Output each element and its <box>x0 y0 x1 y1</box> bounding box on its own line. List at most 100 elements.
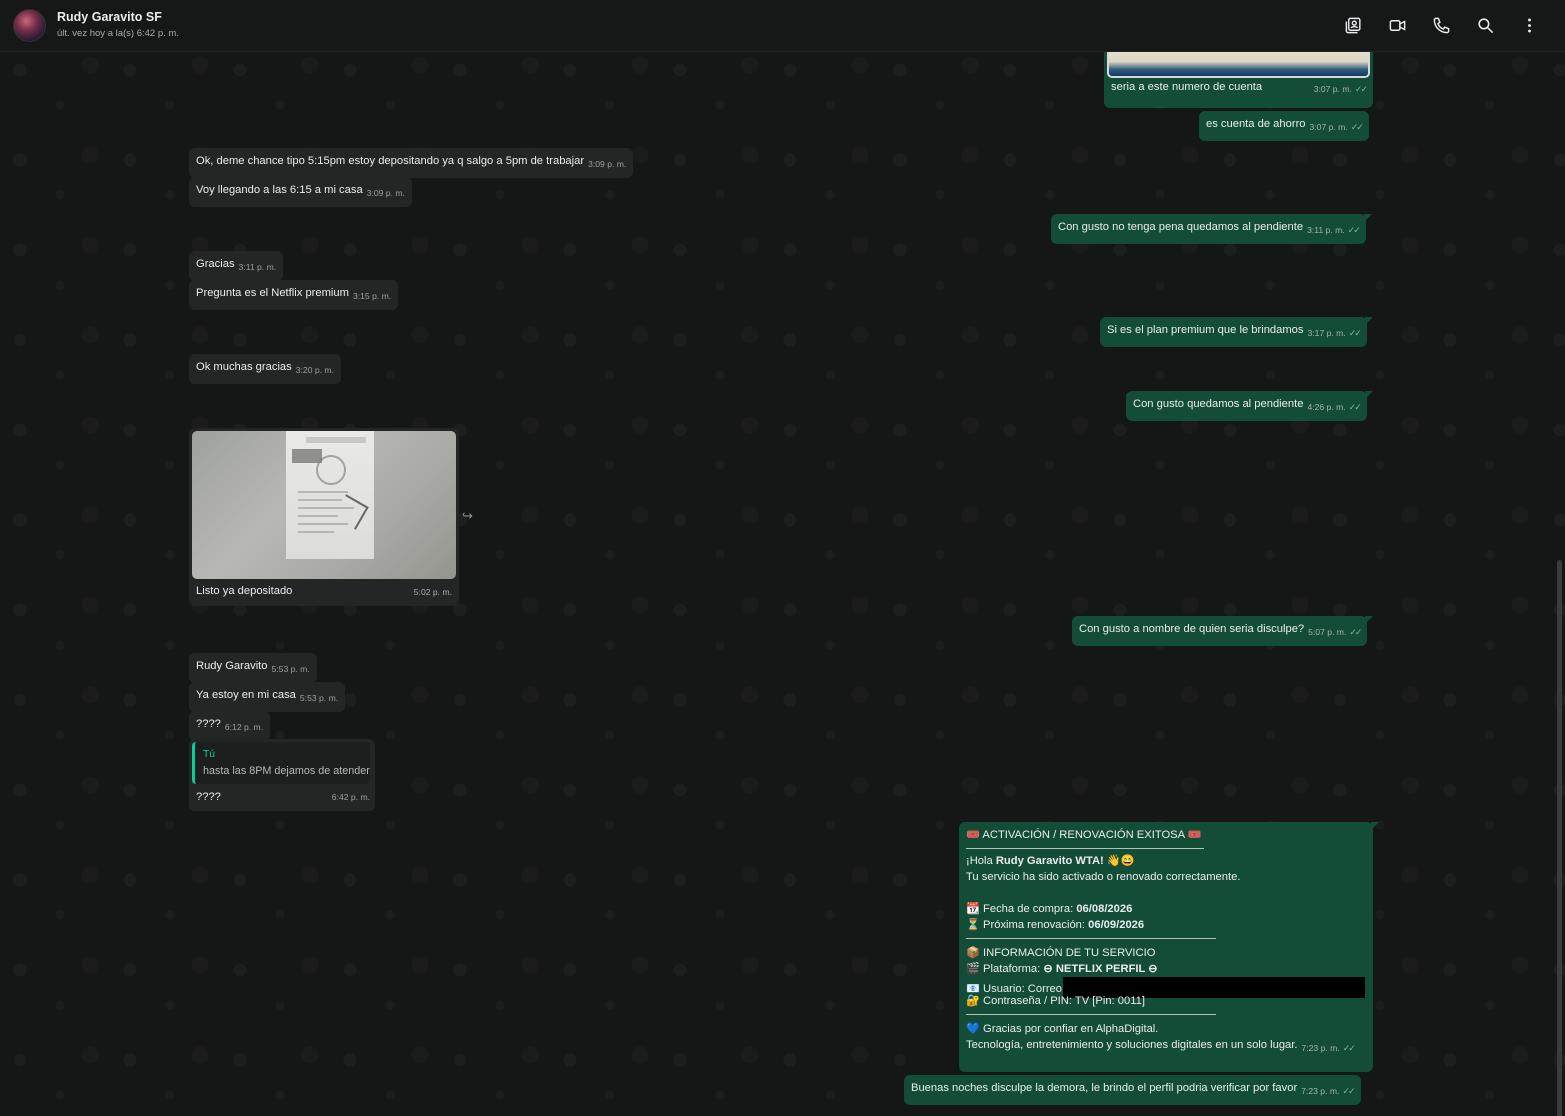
forward-icon: ↪ <box>462 508 473 523</box>
double-check-icon: ✓✓ <box>1347 225 1361 235</box>
purchase-date: 06/08/2026 <box>1076 903 1133 915</box>
message-time: 5:53 p. m. <box>299 693 339 703</box>
message-text: Voy llegando a las 6:15 a mi casa <box>196 184 363 196</box>
search-button[interactable] <box>1463 4 1507 48</box>
avatar[interactable] <box>13 9 46 42</box>
double-check-icon: ✓✓ <box>1350 122 1364 132</box>
double-check-icon: ✓✓ <box>1354 84 1368 94</box>
chat-header[interactable]: Rudy Garavito SF últ. vez hoy a la(s) 6:… <box>0 0 1565 52</box>
activation-title: 🎟️ ACTIVACIÓN / RENOVACIÓN EXITOSA 🎟️ <box>966 829 1202 841</box>
message-time: 5:02 p. m. <box>413 587 452 597</box>
customer-name: Rudy Garavito WTA! <box>995 855 1104 867</box>
message-text: Pregunta es el Netflix premium <box>196 287 349 299</box>
forward-button[interactable]: ↪ <box>462 508 482 524</box>
message-bubble-incoming-reply[interactable]: Tú hasta las 8PM dejamos de atender ????… <box>189 739 375 811</box>
message-text: Ya estoy en mi casa <box>196 689 296 701</box>
more-options-button[interactable] <box>1507 4 1551 48</box>
phone-icon <box>1433 17 1449 34</box>
message-text: ???? <box>196 791 221 803</box>
message-time: 6:42 p. m. <box>331 792 370 802</box>
chat-scrollbar[interactable] <box>1557 560 1562 1116</box>
message-bubble-outgoing-activation[interactable]: 🎟️ ACTIVACIÓN / RENOVACIÓN EXITOSA 🎟️ ¡H… <box>959 822 1379 1072</box>
contact-card-icon <box>1345 17 1361 34</box>
message-text: seria a este numero de cuenta <box>1111 81 1263 93</box>
double-check-icon: ✓✓ <box>1348 328 1362 338</box>
message-time: 7:23 p. m. <box>1301 1043 1340 1053</box>
last-seen-status: últ. vez hoy a la(s) 6:42 p. m. <box>57 28 179 39</box>
message-bubble-incoming[interactable]: Voy llegando a las 6:15 a mi casa 3:09 p.… <box>189 177 412 207</box>
message-text: Con gusto quedamos al pendiente <box>1133 398 1304 410</box>
message-bubble-outgoing[interactable]: Buenas noches disculpe la demora, le bri… <box>904 1075 1361 1105</box>
message-text: es cuenta de ahorro <box>1206 118 1306 130</box>
contact-card-button[interactable] <box>1331 4 1375 48</box>
message-bubble-incoming[interactable]: Ya estoy en mi casa 5:53 p. m. <box>189 682 346 712</box>
message-bubble-incoming[interactable]: Ok, deme chance tipo 5:15pm estoy deposi… <box>189 148 634 178</box>
chat-window: Rudy Garavito SF últ. vez hoy a la(s) 6:… <box>0 0 1565 1116</box>
message-bubble-outgoing[interactable]: seria a este numero de cuenta 3:07 p. m.… <box>1104 44 1373 108</box>
receipt-photo[interactable] <box>192 431 456 579</box>
message-time: 3:15 p. m. <box>352 291 392 301</box>
message-time: 6:12 p. m. <box>224 722 264 732</box>
double-check-icon: ✓✓ <box>1342 1043 1356 1053</box>
message-text: Ok, deme chance tipo 5:15pm estoy deposi… <box>196 155 585 167</box>
double-check-icon: ✓✓ <box>1348 402 1362 412</box>
search-icon <box>1477 18 1493 34</box>
message-time: 3:09 p. m. <box>366 188 405 198</box>
double-check-icon: ✓✓ <box>1349 627 1362 637</box>
message-text: Ok muchas gracias <box>196 361 292 373</box>
message-bubble-incoming[interactable]: Rudy Garavito 5:53 p. m. <box>189 653 317 683</box>
image-caption: Listo ya depositado <box>196 585 293 597</box>
video-call-icon <box>1389 20 1405 31</box>
message-bubble-incoming-image[interactable]: Listo ya depositado 5:02 p. m. <box>189 428 459 606</box>
message-text: Con gusto no tenga pena quedamos al pend… <box>1058 221 1304 233</box>
service-line: Tu servicio ha sido activado o renovado … <box>966 871 1241 883</box>
divider <box>966 938 1216 939</box>
message-bubble-outgoing[interactable]: Con gusto a nombre de quien seria discul… <box>1072 616 1374 646</box>
quoted-message[interactable]: Tú hasta las 8PM dejamos de atender <box>192 742 370 784</box>
message-text: Buenas noches disculpe la demora, le bri… <box>911 1082 1298 1094</box>
message-time: 3:11 p. m. <box>1307 225 1345 235</box>
message-time: 3:09 p. m. <box>588 159 627 169</box>
renewal-date: 06/09/2026 <box>1088 919 1145 931</box>
platform-value: ⊖ NETFLIX PERFIL ⊖ <box>1043 963 1158 975</box>
contact-name: Rudy Garavito SF <box>57 10 162 24</box>
divider <box>966 848 1204 849</box>
purchase-date-line: 📆 Fecha de compra: 06/08/2026 <box>966 903 1133 915</box>
quoted-author: Tú <box>203 749 215 760</box>
message-text: Gracias <box>196 258 235 270</box>
divider <box>966 1014 1216 1015</box>
thanks-line: 💙 Gracias por confiar en AlphaDigital. <box>966 1023 1159 1035</box>
user-line: 📧 Usuario: Correo <box>966 977 1366 998</box>
message-time: 3:17 p. m. <box>1307 328 1346 338</box>
message-time: 5:07 p. m. <box>1308 627 1347 637</box>
message-time: 3:20 p. m. <box>295 365 334 375</box>
message-bubble-incoming[interactable]: Gracias 3:11 p. m. <box>189 251 284 281</box>
message-text: Con gusto a nombre de quien seria discul… <box>1079 623 1305 635</box>
message-time: 7:23 p. m. <box>1301 1086 1340 1096</box>
message-time: 3:07 p. m. <box>1313 84 1352 94</box>
message-bubble-outgoing[interactable]: Si es el plan premium que le brindamos 3:… <box>1100 317 1373 347</box>
message-time: 3:11 p. m. <box>238 262 277 272</box>
message-bubble-outgoing[interactable]: Con gusto quedamos al pendiente 4:26 p. m… <box>1126 391 1373 421</box>
platform-line: 🎬 Plataforma: ⊖ NETFLIX PERFIL ⊖ <box>966 963 1158 975</box>
voice-call-button[interactable] <box>1419 4 1463 48</box>
message-time: 5:53 p. m. <box>271 664 310 674</box>
message-text: Rudy Garavito <box>196 660 268 672</box>
more-options-icon <box>1527 18 1531 33</box>
header-actions <box>1331 4 1551 48</box>
message-time: 3:07 p. m. <box>1309 122 1348 132</box>
message-bubble-outgoing[interactable]: Con gusto no tenga pena quedamos al pend… <box>1051 214 1372 244</box>
message-bubble-outgoing[interactable]: es cuenta de ahorro 3:07 p. m. ✓✓ <box>1199 111 1369 141</box>
video-call-button[interactable] <box>1375 4 1419 48</box>
double-check-icon: ✓✓ <box>1342 1086 1355 1096</box>
quoted-text: hasta las 8PM dejamos de atender <box>203 765 370 777</box>
message-bubble-incoming[interactable]: ???? 6:12 p. m. <box>189 711 271 741</box>
message-bubble-incoming[interactable]: Ok muchas gracias 3:20 p. m. <box>189 354 341 384</box>
renewal-date-line: ⏳ Próxima renovación: 06/09/2026 <box>966 919 1145 931</box>
contact-info[interactable]: Rudy Garavito SF últ. vez hoy a la(s) 6:… <box>57 10 179 41</box>
tagline: Tecnología, entretenimiento y soluciones… <box>966 1039 1356 1053</box>
message-bubble-incoming[interactable]: Pregunta es el Netflix premium 3:15 p. m. <box>189 280 399 310</box>
message-time: 4:26 p. m. <box>1307 402 1346 412</box>
service-info-title: 📦 INFORMACIÓN DE TU SERVICIO <box>966 947 1156 959</box>
greeting-line: ¡Hola Rudy Garavito WTA! 👋😄 <box>966 855 1135 867</box>
